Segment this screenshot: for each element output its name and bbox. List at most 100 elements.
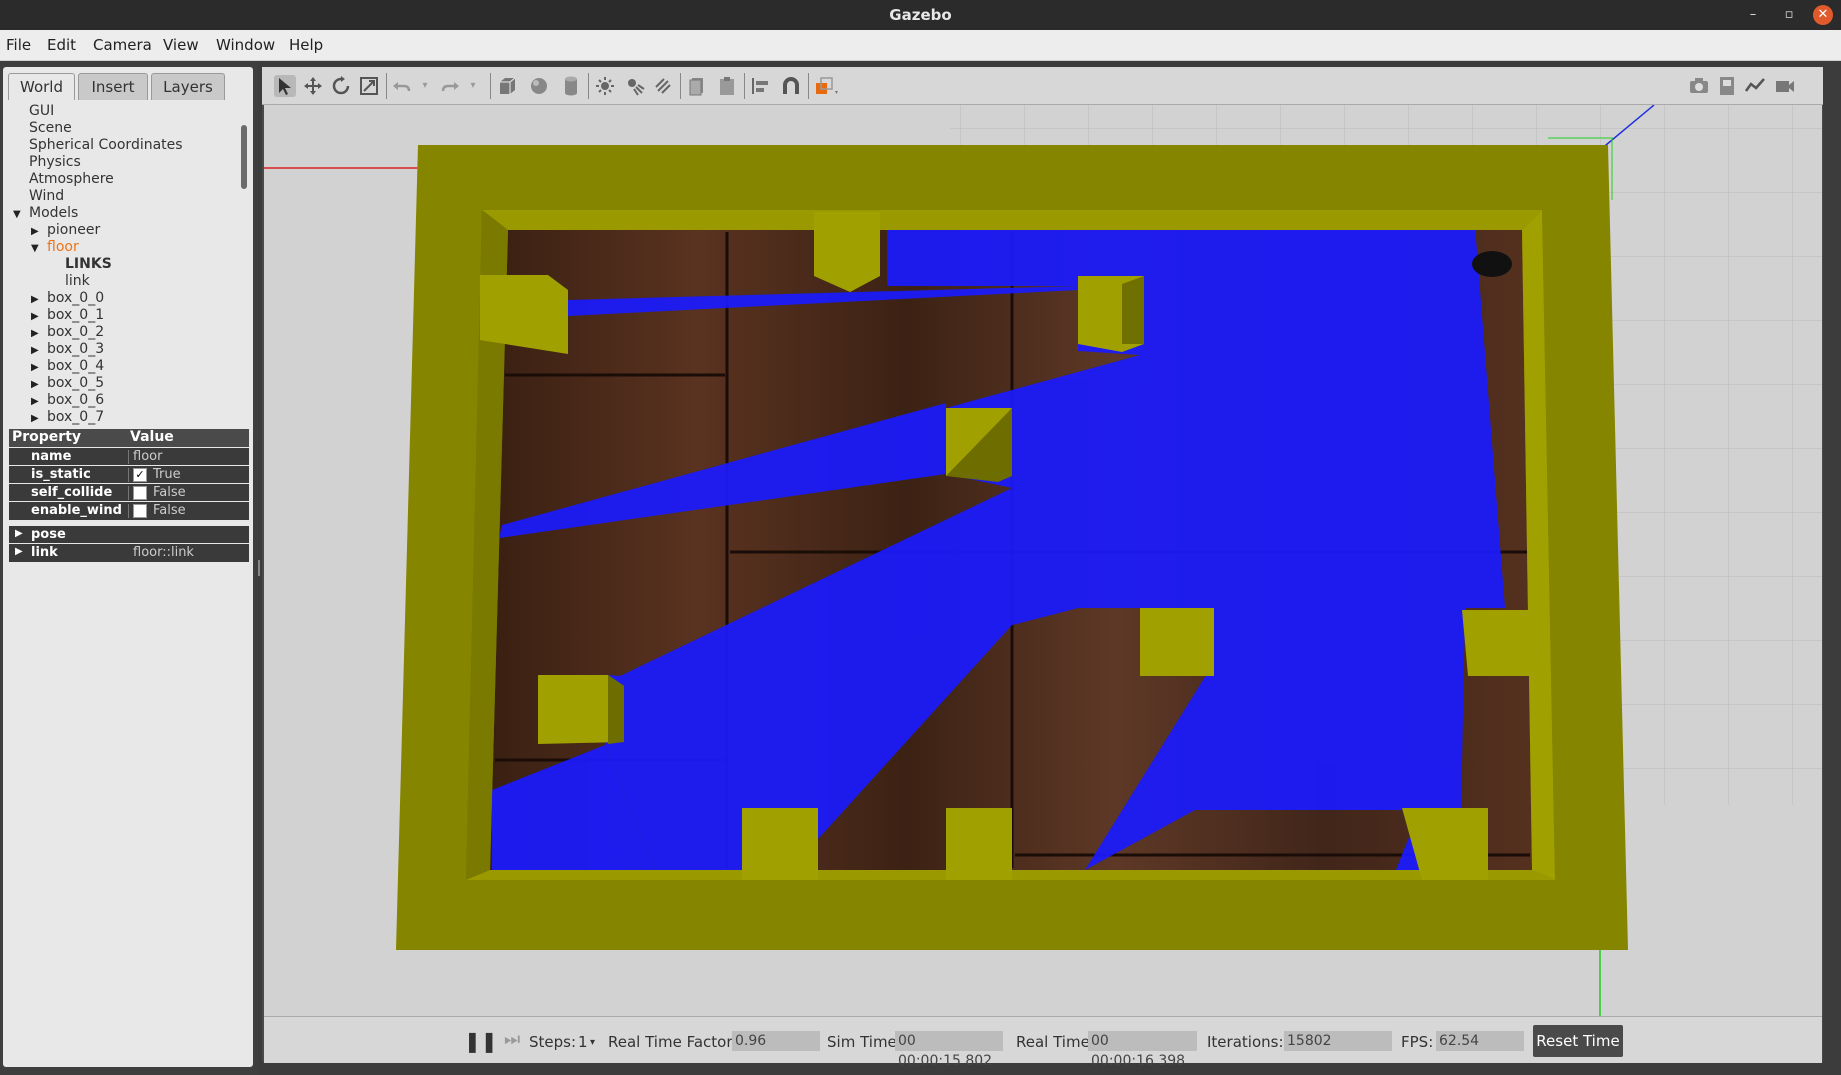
tree-item-scene[interactable]: Scene [13,120,72,137]
collapse-arrow-icon[interactable]: ▶ [31,376,41,393]
scene-render [264,105,1822,1016]
tree-item-box-0-6[interactable]: ▶ box_0_6 [31,392,104,409]
collapse-arrow-icon[interactable]: ▶ [31,393,41,410]
world-tree: GUI Scene Spherical Coordinates Physics Atmo… [9,103,245,453]
expand-arrow-icon[interactable]: ▶ [15,528,23,539]
property-value[interactable]: True [153,467,181,482]
value-column-header: Value [130,429,174,445]
tree-item-links[interactable]: LINKS [49,256,112,273]
property-group-pose[interactable]: ▶ pose [9,525,249,544]
collapse-arrow-icon[interactable]: ▶ [31,291,41,308]
change-view-icon[interactable] [814,75,838,97]
tree-item-box-0-5[interactable]: ▶ box_0_5 [31,375,104,392]
tree-item-pioneer[interactable]: ▶ pioneer [31,222,100,239]
panel-splitter[interactable] [258,560,260,576]
undo-icon[interactable] [390,75,412,97]
paste-icon[interactable] [716,75,738,97]
expand-arrow-icon[interactable]: ▼ [13,206,23,223]
pause-icon[interactable]: ❚❚ [464,1029,498,1053]
tree-item-wind[interactable]: Wind [13,188,64,205]
menu-file[interactable]: File [6,36,31,54]
tab-insert[interactable]: Insert [78,73,148,100]
property-group-key: link [31,545,58,560]
tree-item-box-0-7[interactable]: ▶ box_0_7 [31,409,104,426]
expand-arrow-icon[interactable]: ▶ [15,546,23,557]
tree-item-spherical-coordinates[interactable]: Spherical Coordinates [13,137,183,154]
spot-light-icon[interactable] [624,75,646,97]
copy-icon[interactable] [686,75,708,97]
tree-item-label: LINKS [65,256,112,272]
collapse-arrow-icon[interactable]: ▶ [31,342,41,359]
snap-icon[interactable] [780,75,802,97]
collapse-arrow-icon[interactable]: ▶ [31,325,41,342]
collapse-arrow-icon[interactable]: ▶ [31,223,41,240]
property-value[interactable]: False [153,485,186,500]
minimize-icon[interactable]: – [1743,5,1763,25]
select-icon[interactable] [274,75,296,97]
rotate-icon[interactable] [330,75,352,97]
menu-bar: File Edit Camera View Window Help [0,30,1841,61]
world-panel: World Insert Layers GUI Scene Spherical Co… [3,67,253,1067]
3d-scene-view[interactable] [264,105,1822,1016]
expand-arrow-icon[interactable]: ▼ [31,240,41,257]
property-group-link[interactable]: ▶ link floor::link [9,543,249,562]
undo-history-icon[interactable]: ▾ [414,75,436,97]
fps-label: FPS: [1401,1033,1434,1051]
plot-icon[interactable] [1744,75,1766,97]
steps-value[interactable]: 1 [578,1033,588,1051]
property-checkbox[interactable] [133,504,147,518]
log-icon[interactable] [1716,75,1738,97]
menu-edit[interactable]: Edit [47,36,76,54]
tab-layers[interactable]: Layers [151,73,225,100]
collapse-arrow-icon[interactable]: ▶ [31,410,41,427]
property-checkbox[interactable]: ✓ [133,468,147,482]
scale-icon[interactable] [358,75,380,97]
tree-item-box-0-1[interactable]: ▶ box_0_1 [31,307,104,324]
menu-view[interactable]: View [163,36,199,54]
menu-camera[interactable]: Camera [93,36,152,54]
property-header: Property Value [9,429,249,447]
cylinder-shape-icon[interactable] [560,75,582,97]
steps-dropdown-icon[interactable]: ▾ [590,1037,595,1048]
tree-scrollbar[interactable] [241,125,247,189]
translate-icon[interactable] [302,75,324,97]
property-checkbox[interactable] [133,486,147,500]
tree-item-box-0-0[interactable]: ▶ box_0_0 [31,290,104,307]
reset-time-button[interactable]: Reset Time [1533,1025,1623,1057]
screenshot-icon[interactable] [1688,75,1710,97]
tree-item-floor[interactable]: ▼ floor [31,239,79,256]
tree-item-label: box_0_3 [47,341,105,357]
property-row-enable-wind: enable_wind False [9,501,249,520]
maximize-icon[interactable]: ▫ [1779,5,1799,25]
redo-history-icon[interactable]: ▾ [462,75,484,97]
tree-item-atmosphere[interactable]: Atmosphere [13,171,114,188]
collapse-arrow-icon[interactable]: ▶ [31,308,41,325]
property-key: self_collide [31,485,113,500]
tree-item-physics[interactable]: Physics [13,154,81,171]
tree-item-box-0-2[interactable]: ▶ box_0_2 [31,324,104,341]
tree-item-link[interactable]: link [49,273,90,290]
tree-item-models[interactable]: ▼ Models [13,205,78,222]
close-icon[interactable]: ✕ [1813,5,1833,25]
property-group-value: floor::link [133,545,194,560]
tree-item-label: floor [47,239,79,255]
sphere-shape-icon[interactable] [528,75,550,97]
tree-item-gui[interactable]: GUI [13,103,54,120]
real-time-label: Real Time: [1016,1033,1095,1051]
record-video-icon[interactable] [1774,75,1796,97]
tree-item-box-0-4[interactable]: ▶ box_0_4 [31,358,104,375]
tab-world[interactable]: World [8,73,75,100]
menu-window[interactable]: Window [216,36,275,54]
redo-icon[interactable] [440,75,462,97]
property-value[interactable]: floor [133,449,162,464]
property-key: name [31,449,72,464]
align-icon[interactable] [750,75,772,97]
menu-help[interactable]: Help [289,36,323,54]
step-icon[interactable]: ⏭ [504,1029,520,1050]
directional-light-icon[interactable] [652,75,674,97]
box-shape-icon[interactable] [496,75,518,97]
collapse-arrow-icon[interactable]: ▶ [31,359,41,376]
property-value[interactable]: False [153,503,186,518]
tree-item-box-0-3[interactable]: ▶ box_0_3 [31,341,104,358]
point-light-icon[interactable] [594,75,616,97]
